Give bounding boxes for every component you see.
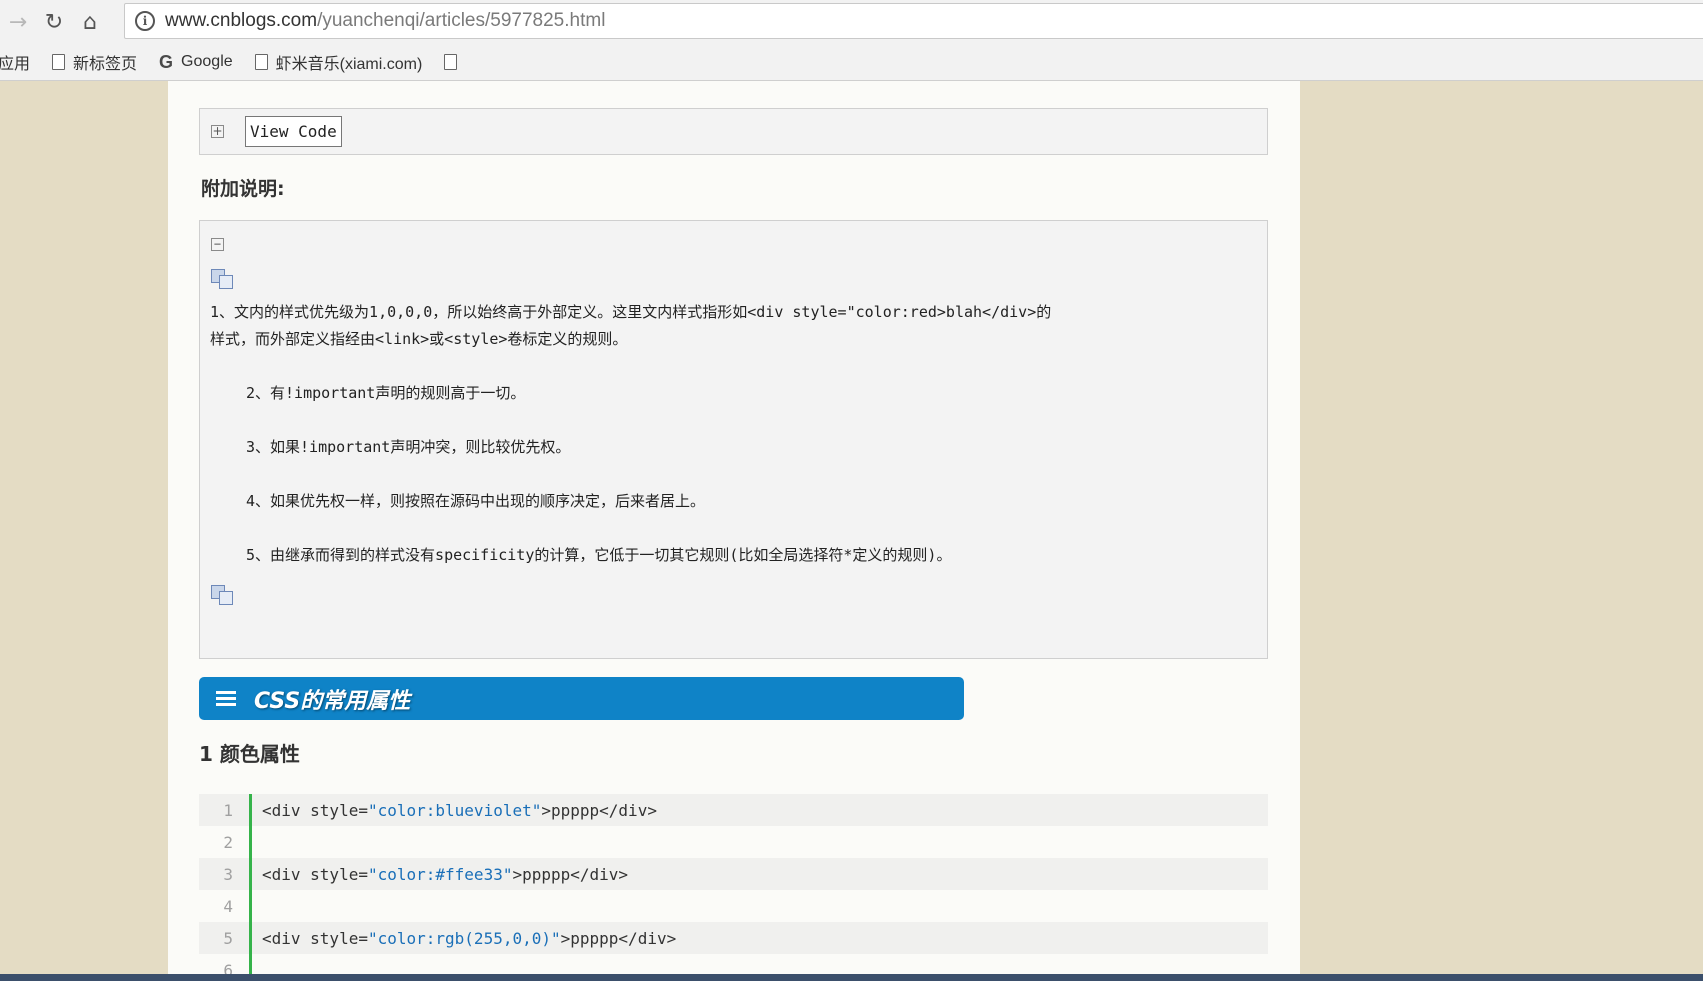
code-line-row: 2 <box>199 826 1268 858</box>
page-side-background <box>1300 81 1703 981</box>
additional-notes-heading: 附加说明: <box>201 178 285 200</box>
code-token: >ppppp</div> <box>512 864 629 884</box>
code-line-row: 3 <div style="color:#ffee33">ppppp</div> <box>199 858 1268 890</box>
gutter-divider <box>249 794 252 981</box>
note-line: 2、有!important声明的规则高于一切。 <box>246 384 526 402</box>
url-path: /yuanchenqi/articles/5977825.html <box>317 10 606 31</box>
bookmarks-bar: 应用 新标签页 G Google 虾米音乐(xiami.com) <box>0 44 1703 81</box>
home-icon[interactable]: ⌂ <box>72 4 108 40</box>
line-number: 5 <box>223 928 233 948</box>
code-string: "color:rgb(255,0,0)" <box>367 928 561 948</box>
os-taskbar <box>0 974 1703 981</box>
bookmark-label: Google <box>181 53 233 70</box>
page-icon <box>52 54 66 70</box>
view-code-button[interactable]: View Code <box>245 116 342 147</box>
note-line: 3、如果!important声明冲突，则比较优先权。 <box>246 438 571 456</box>
copy-code-icon[interactable] <box>211 585 235 605</box>
url-text[interactable]: www.cnblogs.com/yuanchenqi/articles/5977… <box>165 10 605 32</box>
code-listing: 1 <div style="color:blueviolet">ppppp</d… <box>199 794 1268 981</box>
note-line: 1、文内的样式优先级为1,0,0,0，所以始终高于外部定义。这里文内样式指形如<… <box>210 303 1052 321</box>
bookmark-label: 虾米音乐(xiami.com) <box>275 56 423 73</box>
expand-icon[interactable]: + <box>211 125 224 138</box>
line-number: 2 <box>223 832 233 852</box>
page-icon <box>444 54 458 70</box>
bookmark-label: 新标签页 <box>73 56 138 73</box>
line-number: 4 <box>223 896 233 916</box>
code-text: <div style="color:#ffee33">ppppp</div> <box>241 865 628 884</box>
article-content: + View Code 附加说明: − 1、文内的样式优先级为1,0,0,0，所… <box>168 81 1300 981</box>
info-icon[interactable]: i <box>135 11 155 31</box>
address-bar[interactable]: i www.cnblogs.com/yuanchenqi/articles/59… <box>124 3 1703 39</box>
code-line-row: 4 <box>199 890 1268 922</box>
bookmark-xiami[interactable]: 虾米音乐(xiami.com) <box>254 50 423 74</box>
code-string: "color:blueviolet" <box>367 800 542 820</box>
code-token: <div style= <box>262 928 368 948</box>
collapsed-code-block: + View Code <box>199 108 1268 155</box>
code-string: "color:#ffee33" <box>367 864 513 884</box>
forward-icon[interactable]: → <box>0 4 36 40</box>
code-line-row: 5 <div style="color:rgb(255,0,0)">ppppp<… <box>199 922 1268 954</box>
code-text: <div style="color:rgb(255,0,0)">ppppp</d… <box>241 929 676 948</box>
collapse-icon[interactable]: − <box>211 238 224 251</box>
copy-code-icon[interactable] <box>211 269 235 289</box>
bookmark-new-tab[interactable]: 新标签页 <box>52 50 137 74</box>
bookmark-apps[interactable]: 应用 <box>0 50 30 74</box>
menu-icon <box>216 688 236 709</box>
reload-icon[interactable]: ↻ <box>36 4 72 40</box>
bookmark-label: 应用 <box>0 56 31 73</box>
bookmark-google[interactable]: G Google <box>159 52 233 73</box>
sub-heading: 1 颜色属性 <box>199 742 300 766</box>
google-icon: G <box>159 51 174 72</box>
code-token: <div style= <box>262 864 368 884</box>
note-line: 5、由继承而得到的样式没有specificity的计算，它低于一切其它规则(比如… <box>246 546 952 564</box>
code-token: >ppppp</div> <box>560 928 677 948</box>
page-icon <box>254 54 268 70</box>
code-text: <div style="color:blueviolet">ppppp</div… <box>241 801 657 820</box>
code-line-row: 1 <div style="color:blueviolet">ppppp</d… <box>199 794 1268 826</box>
line-number: 3 <box>223 864 233 884</box>
code-token: >ppppp</div> <box>541 800 657 820</box>
url-host: www.cnblogs.com <box>165 10 318 31</box>
section-title: CSS的常用属性 <box>254 688 411 714</box>
expanded-code-block: − 1、文内的样式优先级为1,0,0,0，所以始终高于外部定义。这里文内样式指形… <box>199 220 1268 659</box>
note-line: 4、如果优先权一样，则按照在源码中出现的顺序决定，后来者居上。 <box>246 492 706 510</box>
code-token: <div style= <box>262 800 368 820</box>
line-number: 1 <box>223 800 233 820</box>
browser-toolbar: → ↻ ⌂ i www.cnblogs.com/yuanchenqi/artic… <box>0 0 1703 44</box>
note-line: 样式，而外部定义指经由<link>或<style>卷标定义的规则。 <box>210 330 628 348</box>
bookmark-untitled[interactable] <box>444 54 465 70</box>
section-banner: CSS的常用属性 <box>199 677 964 720</box>
